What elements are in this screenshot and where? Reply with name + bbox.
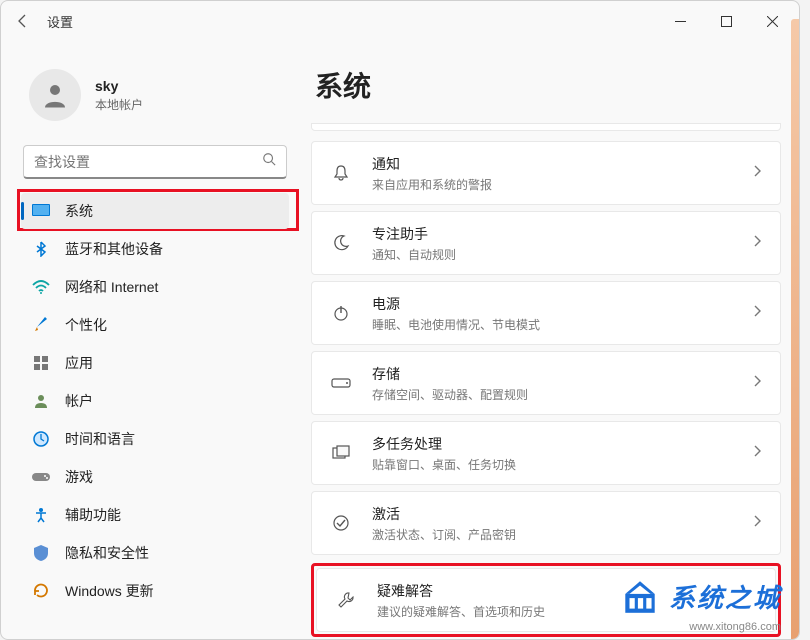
update-icon	[31, 581, 51, 601]
page-title: 系统	[315, 65, 781, 105]
bell-icon	[330, 162, 352, 184]
avatar	[29, 69, 81, 121]
nav-label: 游戏	[65, 467, 93, 487]
chevron-right-icon	[752, 374, 762, 393]
chevron-right-icon	[752, 444, 762, 463]
nav-item-time-language[interactable]: 时间和语言	[21, 421, 289, 457]
display-icon	[31, 201, 51, 221]
nav-item-accessibility[interactable]: 辅助功能	[21, 497, 289, 533]
nav-label: 系统	[65, 201, 93, 221]
globe-clock-icon	[31, 429, 51, 449]
card-subtitle: 存储空间、驱动器、配置规则	[372, 386, 752, 403]
nav-item-bluetooth[interactable]: 蓝牙和其他设备	[21, 231, 289, 267]
card-title: 通知	[372, 154, 752, 174]
main-panel: 系统 通知来自应用和系统的警报 专注助手通知、自动规则 电源睡眠、电池使用情况、…	[301, 41, 799, 639]
nav-item-accounts[interactable]: 帐户	[21, 383, 289, 419]
close-button[interactable]	[749, 5, 795, 37]
content-area: sky 本地帐户 系统 蓝牙和其他设备	[1, 41, 799, 639]
nav-item-system[interactable]: 系统	[21, 193, 289, 229]
multitasking-icon	[330, 442, 352, 464]
card-subtitle: 来自应用和系统的警报	[372, 176, 752, 193]
card-subtitle: 贴靠窗口、桌面、任务切换	[372, 456, 752, 473]
chevron-right-icon	[752, 164, 762, 183]
card-title: 专注助手	[372, 224, 752, 244]
card-multitasking[interactable]: 多任务处理贴靠窗口、桌面、任务切换	[311, 421, 781, 485]
card-subtitle: 睡眠、电池使用情况、节电模式	[372, 316, 752, 333]
card-title: 多任务处理	[372, 434, 752, 454]
title-bar: 设置	[1, 1, 799, 41]
bluetooth-icon	[31, 239, 51, 259]
card-focus-assist[interactable]: 专注助手通知、自动规则	[311, 211, 781, 275]
person-icon	[40, 80, 70, 110]
nav-label: 蓝牙和其他设备	[65, 239, 163, 259]
card-subtitle: 通知、自动规则	[372, 246, 752, 263]
card-stub-top	[311, 123, 781, 131]
card-title: 激活	[372, 504, 752, 524]
card-title: 存储	[372, 364, 752, 384]
person-icon	[31, 391, 51, 411]
search-input[interactable]	[34, 154, 262, 170]
power-icon	[330, 302, 352, 324]
search-box[interactable]	[23, 145, 287, 179]
card-subtitle: 激活状态、订阅、产品密钥	[372, 526, 752, 543]
nav-item-apps[interactable]: 应用	[21, 345, 289, 381]
chevron-right-icon	[752, 304, 762, 323]
nav-item-privacy[interactable]: 隐私和安全性	[21, 535, 289, 571]
drive-icon	[330, 372, 352, 394]
sidebar: sky 本地帐户 系统 蓝牙和其他设备	[1, 41, 301, 639]
shield-icon	[31, 543, 51, 563]
card-title: 电源	[372, 294, 752, 314]
apps-icon	[31, 353, 51, 373]
nav-label: 隐私和安全性	[65, 543, 149, 563]
nav-item-windows-update[interactable]: Windows 更新	[21, 573, 289, 609]
card-storage[interactable]: 存储存储空间、驱动器、配置规则	[311, 351, 781, 415]
card-subtitle: 建议的疑难解答、首选项和历史	[377, 603, 757, 620]
settings-window: 设置 sky 本地帐户	[0, 0, 800, 640]
decorative-strip	[791, 19, 799, 639]
card-title: 疑难解答	[377, 581, 757, 601]
profile-section[interactable]: sky 本地帐户	[21, 49, 289, 145]
wrench-icon	[335, 589, 357, 611]
nav-item-gaming[interactable]: 游戏	[21, 459, 289, 495]
brush-icon	[31, 315, 51, 335]
username-label: sky	[95, 78, 143, 94]
card-activation[interactable]: 激活激活状态、订阅、产品密钥	[311, 491, 781, 555]
arrow-left-icon	[15, 13, 31, 29]
watermark-url: www.xitong86.com	[689, 621, 781, 633]
back-button[interactable]	[5, 3, 41, 39]
wifi-icon	[31, 277, 51, 297]
card-notifications[interactable]: 通知来自应用和系统的警报	[311, 141, 781, 205]
minimize-button[interactable]	[657, 5, 703, 37]
account-type-label: 本地帐户	[95, 96, 143, 113]
nav-label: Windows 更新	[65, 581, 154, 601]
nav-item-network[interactable]: 网络和 Internet	[21, 269, 289, 305]
nav-label: 时间和语言	[65, 429, 135, 449]
card-power[interactable]: 电源睡眠、电池使用情况、节电模式	[311, 281, 781, 345]
nav-label: 应用	[65, 353, 93, 373]
app-title: 设置	[47, 12, 73, 31]
nav-label: 辅助功能	[65, 505, 121, 525]
nav-label: 帐户	[65, 391, 93, 411]
search-icon	[262, 152, 276, 171]
chevron-right-icon	[752, 234, 762, 253]
gamepad-icon	[31, 467, 51, 487]
nav-list: 系统 蓝牙和其他设备 网络和 Internet 个性化 应用	[21, 193, 289, 609]
check-circle-icon	[330, 512, 352, 534]
nav-label: 网络和 Internet	[65, 277, 158, 297]
nav-item-personalization[interactable]: 个性化	[21, 307, 289, 343]
chevron-right-icon	[752, 514, 762, 533]
nav-label: 个性化	[65, 315, 107, 335]
moon-icon	[330, 232, 352, 254]
maximize-button[interactable]	[703, 5, 749, 37]
accessibility-icon	[31, 505, 51, 525]
window-controls	[657, 5, 795, 37]
